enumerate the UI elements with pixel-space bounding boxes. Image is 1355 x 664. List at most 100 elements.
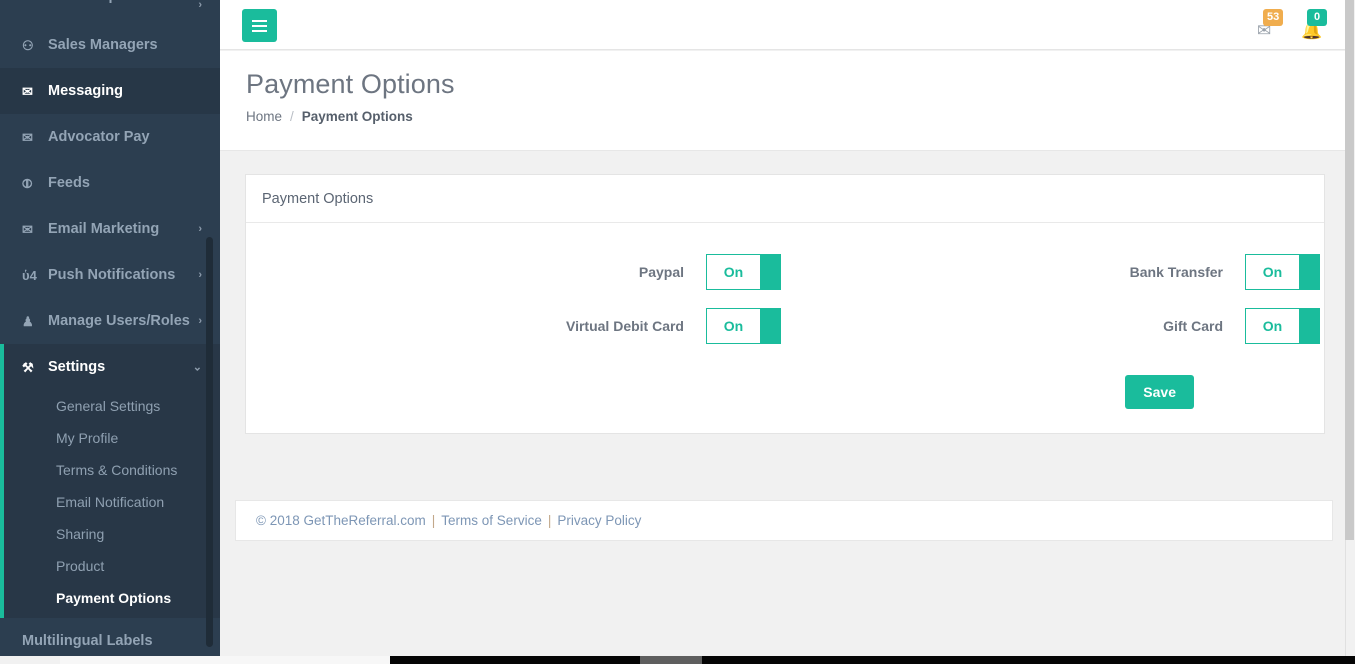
footer-terms-link[interactable]: Terms of Service <box>441 513 542 528</box>
rss-icon: ⦷ <box>22 175 33 191</box>
content-area: Payment Options Paypal On Bank Transfer <box>220 152 1345 656</box>
envelope-icon: ✉ <box>22 221 33 237</box>
sidebar-subitem-terms-conditions[interactable]: Terms & Conditions <box>4 454 220 486</box>
horizontal-scrollbar[interactable] <box>0 656 1355 664</box>
chevron-right-icon: › <box>198 315 202 327</box>
chevron-down-icon: ⌄ <box>192 361 202 374</box>
horizontal-scrollbar-track[interactable] <box>390 656 1355 664</box>
vertical-scrollbar[interactable] <box>1345 0 1355 656</box>
toggle-knob <box>760 309 780 343</box>
sidebar-item-label: Multilingual Labels <box>22 633 153 649</box>
field-label-gift-card: Gift Card <box>1163 318 1223 334</box>
sidebar-item-push-notifications[interactable]: ὑ4 Push Notifications › <box>0 252 220 298</box>
envelope-icon: ✉ <box>22 83 33 99</box>
sidebar-item-label: Sales Managers <box>48 37 158 53</box>
footer-privacy-link[interactable]: Privacy Policy <box>557 513 641 528</box>
messages-count-badge: 53 <box>1263 9 1284 26</box>
save-button[interactable]: Save <box>1125 375 1194 409</box>
toggle-virtual-debit-card[interactable]: On <box>706 308 781 344</box>
field-label-bank-transfer: Bank Transfer <box>1129 264 1223 280</box>
toggle-knob <box>1299 309 1319 343</box>
chart-bar-icon: ☷ <box>22 0 48 1</box>
menu-toggle-button[interactable] <box>242 9 277 42</box>
field-gift-card: Gift Card On <box>785 299 1324 353</box>
hamburger-bar <box>252 19 267 22</box>
field-label-virtual-debit-card: Virtual Debit Card <box>566 318 684 334</box>
form-row: Paypal On Bank Transfer On <box>246 245 1324 299</box>
page-title: Payment Options <box>246 69 455 99</box>
field-virtual-debit-card: Virtual Debit Card On <box>246 299 785 353</box>
sidebar-item-label: Manage Users/Roles <box>48 313 190 329</box>
app-root: ☷Sales Reps › ⚇ Sales Managers ✉ Messaging ✉ Ad… <box>0 0 1355 664</box>
toggle-bank-transfer[interactable]: On <box>1245 254 1320 290</box>
panel-header: Payment Options <box>246 175 1324 223</box>
hamburger-bar <box>252 29 267 32</box>
form-row: Virtual Debit Card On Gift Card On <box>246 299 1324 353</box>
wrench-icon: ⚒ <box>22 359 34 375</box>
sidebar-subitem-payment-options[interactable]: Payment Options <box>4 582 220 614</box>
vertical-scrollbar-thumb[interactable] <box>1345 0 1354 540</box>
breadcrumb: Home / Payment Options <box>246 109 1345 124</box>
users-group-icon: ⚇ <box>22 37 34 53</box>
toggle-knob <box>1299 255 1319 289</box>
toggle-state-label-bank-transfer: On <box>1246 255 1299 289</box>
chevron-right-icon: › <box>198 269 202 281</box>
footer-separator: | <box>431 513 436 528</box>
envelope-icon: ✉ <box>22 129 33 145</box>
sidebar: ☷Sales Reps › ⚇ Sales Managers ✉ Messaging ✉ Ad… <box>0 0 220 656</box>
footer-separator: | <box>547 513 552 528</box>
sidebar-scrollbar[interactable] <box>206 237 213 647</box>
sidebar-subitem-sharing[interactable]: Sharing <box>4 518 220 550</box>
panel-body: Paypal On Bank Transfer On Virtual Debit… <box>246 223 1324 433</box>
page-header: Payment Options Home / Payment Options <box>220 51 1345 151</box>
sidebar-item-label: Advocator Pay <box>48 129 150 145</box>
user-icon: ♟ <box>22 313 34 329</box>
sidebar-item-advocator-pay[interactable]: ✉ Advocator Pay <box>0 114 220 160</box>
toggle-state-label-virtual-debit-card: On <box>707 309 760 343</box>
chevron-right-icon: › <box>198 0 202 11</box>
alerts-count-badge: 0 <box>1307 9 1327 26</box>
toggle-knob <box>760 255 780 289</box>
toggle-state-label-gift-card: On <box>1246 309 1299 343</box>
field-paypal: Paypal On <box>246 245 785 299</box>
hamburger-bar <box>252 24 267 27</box>
sidebar-item-label: Feeds <box>48 175 90 191</box>
sidebar-subitem-email-notification[interactable]: Email Notification <box>4 486 220 518</box>
sidebar-subitem-general-settings[interactable]: General Settings <box>4 390 220 422</box>
footer-copyright: © 2018 GetTheReferral.com <box>256 513 426 528</box>
sidebar-group-settings: ⚒ Settings ⌄ General Settings My Profile T… <box>0 344 220 618</box>
alerts-button[interactable]: 🔔 0 <box>1301 9 1327 39</box>
messages-button[interactable]: ✉ 53 <box>1257 9 1284 39</box>
topbar-actions: ✉ 53 🔔 0 <box>1257 0 1327 50</box>
sidebar-item-messaging[interactable]: ✉ Messaging <box>0 68 220 114</box>
payment-options-panel: Payment Options Paypal On Bank Transfer <box>245 174 1325 434</box>
horizontal-scrollbar-thumb[interactable] <box>640 656 702 664</box>
sidebar-item-feeds[interactable]: ⦷ Feeds <box>0 160 220 206</box>
sidebar-item-sales-managers[interactable]: ⚇ Sales Managers <box>0 22 220 68</box>
sidebar-nav-tail: Multilingual Labels <box>0 618 220 656</box>
sidebar-item-label: Email Marketing <box>48 221 160 237</box>
sidebar-subitem-my-profile[interactable]: My Profile <box>4 422 220 454</box>
page-footer: © 2018 GetTheReferral.com | Terms of Ser… <box>235 500 1333 541</box>
breadcrumb-separator: / <box>290 109 294 124</box>
chevron-right-icon: › <box>198 223 202 235</box>
bell-icon: ὑ4 <box>22 267 37 283</box>
sidebar-item-label: Sales Reps <box>48 0 125 4</box>
toggle-state-label-paypal: On <box>707 255 760 289</box>
horizontal-scrollbar-track-light <box>60 656 390 664</box>
sidebar-submenu-settings: General Settings My Profile Terms & Condit… <box>4 390 220 618</box>
sidebar-nav-list: ☷Sales Reps › ⚇ Sales Managers ✉ Messaging ✉ Ad… <box>0 0 220 344</box>
sidebar-item-sales-reps[interactable]: ☷Sales Reps › <box>0 0 220 22</box>
breadcrumb-current: Payment Options <box>301 109 413 124</box>
toggle-paypal[interactable]: On <box>706 254 781 290</box>
toggle-gift-card[interactable]: On <box>1245 308 1320 344</box>
sidebar-subitem-product[interactable]: Product <box>4 550 220 582</box>
sidebar-item-email-marketing[interactable]: ✉ Email Marketing › <box>0 206 220 252</box>
sidebar-item-label-settings: Settings <box>48 359 106 375</box>
field-bank-transfer: Bank Transfer On <box>785 245 1324 299</box>
sidebar-item-settings[interactable]: ⚒ Settings ⌄ <box>4 344 220 390</box>
sidebar-item-manage-users-roles[interactable]: ♟ Manage Users/Roles › <box>0 298 220 344</box>
sidebar-item-multilingual-labels[interactable]: Multilingual Labels <box>0 618 220 656</box>
breadcrumb-home-link[interactable]: Home <box>246 109 282 124</box>
panel-title: Payment Options <box>262 190 374 207</box>
